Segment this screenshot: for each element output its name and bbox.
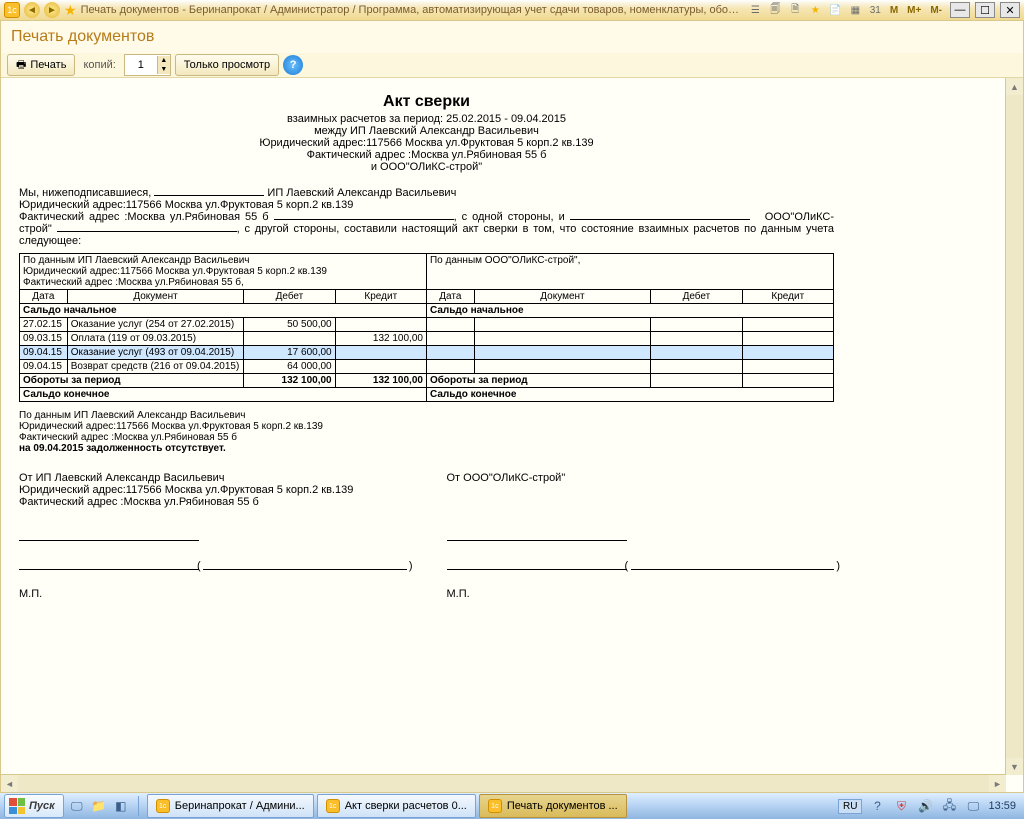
maximize-button[interactable]: ☐ <box>975 2 995 18</box>
tray-display-icon[interactable]: 🖵 <box>964 797 982 815</box>
header-line-2: между ИП Лаевский Александр Васильевич <box>19 125 834 137</box>
doc-title: Акт сверки <box>19 93 834 111</box>
window-title-text: Печать документов - Беринапрокат / Админ… <box>81 4 743 16</box>
header-line-5: и ООО"ОЛиКС-строй" <box>19 161 834 173</box>
sig-line-left-1 <box>19 526 199 541</box>
reconciliation-table: По данным ИП Лаевский Александр Васильев… <box>19 253 834 402</box>
table-row[interactable]: 09.04.15Оказание услуг (493 от 09.04.201… <box>20 346 834 360</box>
calendar-icon[interactable]: 31 <box>867 2 884 18</box>
header-line-1: взаимных расчетов за период: 25.02.2015 … <box>19 113 834 125</box>
tb-action-4[interactable]: ★ <box>807 2 824 18</box>
start-button[interactable]: Пуск <box>4 794 64 818</box>
sig-left: От ИП Лаевский Александр Васильевич Юрид… <box>19 472 407 600</box>
tray-shield-icon[interactable]: ⛨ <box>892 797 910 815</box>
ql-app-icon[interactable]: ◧ <box>112 797 130 815</box>
left-party-header: По данным ИП Лаевский Александр Васильев… <box>20 254 427 290</box>
task-icon: 1c <box>326 799 340 813</box>
tb-action-5[interactable]: 📄 <box>827 2 844 18</box>
table-row[interactable]: 27.02.15Оказание услуг (254 от 27.02.201… <box>20 318 834 332</box>
windows-flag-icon <box>9 798 25 814</box>
m-plus-button[interactable]: M+ <box>904 2 924 18</box>
m-minus-button[interactable]: M- <box>927 2 945 18</box>
close-button[interactable]: ✕ <box>1000 2 1020 18</box>
system-tray: RU ? ⛨ 🔊 🖧 🖵 13:59 <box>838 797 1020 815</box>
clock[interactable]: 13:59 <box>988 800 1016 812</box>
scroll-up-button[interactable]: ▲ <box>1006 78 1023 95</box>
page-title: Печать документов <box>1 21 1023 53</box>
tb-action-2[interactable]: 🗐 <box>767 2 784 18</box>
toolbar: 🖶 Печать копий: ▲ ▼ Только просмотр ? <box>1 53 1023 78</box>
table-row[interactable]: 09.04.15Возврат средств (216 от 09.04.20… <box>20 360 834 374</box>
ql-desktop-icon[interactable]: 🖵 <box>68 797 86 815</box>
sig-line-right-1 <box>447 526 627 541</box>
ql-explorer-icon[interactable]: 📁 <box>90 797 108 815</box>
copies-spinner[interactable]: ▲ ▼ <box>124 54 171 76</box>
taskbar-task[interactable]: 1cБеринапрокат / Админи... <box>147 794 314 818</box>
taskbar-task[interactable]: 1cАкт сверки расчетов 0... <box>317 794 476 818</box>
saldo-start-row: Сальдо начальное Сальдо начальное <box>20 304 834 318</box>
tray-volume-icon[interactable]: 🔊 <box>916 797 934 815</box>
preview-only-button[interactable]: Только просмотр <box>175 54 279 76</box>
scroll-right-button[interactable]: ► <box>989 775 1006 792</box>
scroll-left-button[interactable]: ◄ <box>1 775 18 792</box>
nav-forward-button[interactable]: ► <box>44 2 60 18</box>
footer-block: По данным ИП Лаевский Александр Васильев… <box>19 410 834 454</box>
main-window: Печать документов 🖶 Печать копий: ▲ ▼ То… <box>0 20 1024 793</box>
taskbar: Пуск 🖵 📁 ◧ 1cБеринапрокат / Админи...1cА… <box>0 793 1024 819</box>
app-icon: 1c <box>4 2 20 18</box>
favorite-icon[interactable]: ★ <box>64 2 77 19</box>
tb-action-3[interactable]: 🗎 <box>787 2 804 18</box>
m-button[interactable]: M <box>887 2 901 18</box>
printer-icon: 🖶 <box>16 56 26 75</box>
tb-action-6[interactable]: ▦ <box>847 2 864 18</box>
saldo-end-row: Сальдо конечное Сальдо конечное <box>20 388 834 402</box>
right-party-header: По данным ООО"ОЛиКС-строй", <box>426 254 833 290</box>
turnover-row: Обороты за период 132 100,00 132 100,00 … <box>20 374 834 388</box>
titlebar-actions: ☰ 🗐 🗎 ★ 📄 ▦ 31 M M+ M- — ☐ ✕ <box>747 2 1020 18</box>
horizontal-scrollbar[interactable]: ◄ ► <box>1 774 1006 792</box>
language-indicator[interactable]: RU <box>838 799 862 814</box>
copies-label: копий: <box>83 59 115 71</box>
print-button[interactable]: 🖶 Печать <box>7 54 75 76</box>
tray-help-icon[interactable]: ? <box>868 797 886 815</box>
task-icon: 1c <box>488 799 502 813</box>
copies-down[interactable]: ▼ <box>157 65 170 74</box>
task-icon: 1c <box>156 799 170 813</box>
vertical-scrollbar[interactable]: ▲ ▼ <box>1005 78 1023 775</box>
taskbar-task[interactable]: 1cПечать документов ... <box>479 794 627 818</box>
nav-back-button[interactable]: ◄ <box>24 2 40 18</box>
table-row[interactable]: 09.03.15Оплата (119 от 09.03.2015)132 10… <box>20 332 834 346</box>
tray-network-icon[interactable]: 🖧 <box>940 797 958 815</box>
column-headers-row: ДатаДокументДебетКредит ДатаДокументДебе… <box>20 290 834 304</box>
app-titlebar: 1c ◄ ► ★ Печать документов - Беринапрока… <box>0 0 1024 20</box>
scroll-down-button[interactable]: ▼ <box>1006 758 1023 775</box>
document-area[interactable]: Акт сверки взаимных расчетов за период: … <box>1 78 1006 775</box>
sig-right: От ООО"ОЛиКС-строй" М.П. <box>447 472 835 600</box>
minimize-button[interactable]: — <box>950 2 970 18</box>
header-line-4: Фактический адрес :Москва ул.Рябиновая 5… <box>19 149 834 161</box>
copies-up[interactable]: ▲ <box>157 56 170 65</box>
preamble: Мы, нижеподписавшиеся, ИП Лаевский Алекс… <box>19 187 834 247</box>
signatures: От ИП Лаевский Александр Васильевич Юрид… <box>19 472 834 600</box>
tb-action-1[interactable]: ☰ <box>747 2 764 18</box>
print-label: Печать <box>30 59 66 71</box>
header-line-3: Юридический адрес:117566 Москва ул.Фрукт… <box>19 137 834 149</box>
help-button[interactable]: ? <box>283 55 303 75</box>
copies-input[interactable] <box>125 58 157 72</box>
document-viewport: Акт сверки взаимных расчетов за период: … <box>1 78 1023 792</box>
